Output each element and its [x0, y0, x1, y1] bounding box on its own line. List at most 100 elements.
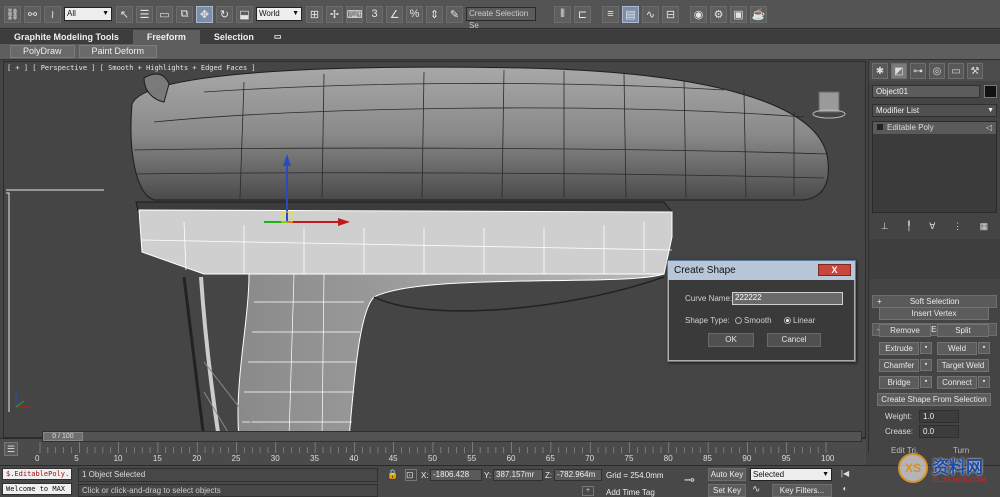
stack-item-editable-poly[interactable]: Editable Poly ◁	[873, 122, 996, 134]
utilities-tab-icon[interactable]: ⚒	[967, 63, 983, 79]
weld-settings-icon[interactable]: ▪	[978, 342, 990, 354]
pivot-center-icon[interactable]: ⊞	[306, 5, 323, 23]
keyboard-shortcut-icon[interactable]: ⌨	[346, 5, 363, 23]
ok-button[interactable]: OK	[708, 333, 754, 347]
show-end-result-icon[interactable]: ╿	[906, 221, 911, 232]
target-weld-button[interactable]: Target Weld	[937, 359, 989, 372]
modify-tab-icon[interactable]: ◩	[891, 63, 907, 79]
object-name-field[interactable]: Object01	[872, 85, 980, 98]
rect-selection-icon[interactable]: ▭	[156, 5, 173, 23]
x-coordinate-field[interactable]: -1806.428	[430, 469, 482, 481]
key-filters-button[interactable]: Key Filters...	[772, 484, 832, 497]
angle-snap-icon[interactable]: ∠	[386, 5, 403, 23]
graphite-toggle-icon[interactable]: ▤	[622, 5, 639, 23]
key-mode-dropdown[interactable]: Selected ▼	[750, 468, 832, 481]
unlink-icon[interactable]: ⚯	[24, 5, 41, 23]
time-slider[interactable]: 0 / 100	[42, 431, 862, 442]
rendered-frame-icon[interactable]: ▣	[730, 5, 747, 23]
chamfer-button[interactable]: Chamfer	[879, 359, 919, 372]
weight-spinner[interactable]: 1.0	[919, 410, 959, 423]
crease-spinner[interactable]: 0.0	[919, 425, 959, 438]
modifier-list-label: Modifier List	[876, 106, 920, 115]
object-color-swatch[interactable]	[984, 85, 997, 98]
zoom-extents-icon[interactable]: ◐	[838, 484, 852, 496]
curve-name-input[interactable]: 222222	[732, 292, 843, 305]
chevron-down-icon: ▼	[822, 471, 829, 478]
add-time-tag[interactable]: Add Time Tag	[606, 488, 655, 497]
render-setup-icon[interactable]: ⚙	[710, 5, 727, 23]
snap-3d-icon[interactable]: 3	[366, 5, 383, 23]
split-button[interactable]: Split	[937, 324, 989, 337]
tab-graphite-modeling-tools[interactable]: Graphite Modeling Tools	[0, 30, 133, 44]
display-tab-icon[interactable]: ▭	[948, 63, 964, 79]
connect-settings-icon[interactable]: ▪	[978, 376, 990, 388]
smooth-radio[interactable]: Smooth	[735, 316, 772, 325]
layer-manager-icon[interactable]: ≡	[602, 5, 619, 23]
y-coordinate-field[interactable]: 387.157mr	[493, 469, 543, 481]
time-slider-thumb[interactable]: 0 / 100	[43, 432, 83, 441]
curve-editor-icon[interactable]: ∿	[642, 5, 659, 23]
absolute-mode-icon[interactable]: ⊡	[405, 469, 417, 481]
z-coordinate-field[interactable]: -782.964m	[554, 469, 602, 481]
track-bar[interactable]: ☰ 0 5 10 15 20 25 30 35 40 45 50 55 60 65 70 75 80 85 90 95…	[0, 438, 866, 465]
mirror-icon[interactable]: ⫴	[554, 5, 571, 23]
scale-icon[interactable]: ⬓	[236, 5, 253, 23]
tab-freeform[interactable]: Freeform	[132, 30, 200, 44]
time-tag-icon[interactable]: +	[582, 486, 594, 496]
bridge-button[interactable]: Bridge	[879, 376, 919, 389]
perspective-viewport[interactable]: [ + ] [ Perspective ] [ Smooth + Highlig…	[3, 61, 866, 438]
viewport-label[interactable]: [ + ] [ Perspective ] [ Smooth + Highlig…	[7, 64, 256, 72]
window-crossing-icon[interactable]: ⧉	[176, 5, 193, 23]
render-icon[interactable]: ☕	[750, 5, 767, 23]
move-icon[interactable]: ✥	[196, 5, 213, 23]
auto-key-button[interactable]: Auto Key	[708, 468, 746, 481]
connect-button[interactable]: Connect	[937, 376, 977, 389]
ribbon-minimize-icon[interactable]: ▭	[268, 30, 288, 44]
lock-selection-icon[interactable]: 🔒	[387, 469, 399, 481]
polydraw-button[interactable]: PolyDraw	[10, 45, 75, 58]
percent-snap-icon[interactable]: %	[406, 5, 423, 23]
manipulate-icon[interactable]: ✢	[326, 5, 343, 23]
link-icon[interactable]: ⛓	[4, 5, 21, 23]
create-tab-icon[interactable]: ✱	[872, 63, 888, 79]
schematic-view-icon[interactable]: ⊟	[662, 5, 679, 23]
maxscript-listener-line-1[interactable]: $.EditablePoly.	[2, 468, 72, 480]
insert-vertex-button[interactable]: Insert Vertex	[879, 307, 989, 320]
bridge-settings-icon[interactable]: ▪	[920, 376, 932, 388]
create-shape-from-selection-button[interactable]: Create Shape From Selection	[877, 393, 991, 406]
set-key-button[interactable]: Set Key	[708, 484, 746, 497]
dialog-close-button[interactable]: X	[818, 264, 851, 276]
rotate-icon[interactable]: ↻	[216, 5, 233, 23]
selection-filter-dropdown[interactable]: All ▼	[64, 7, 112, 21]
named-selection-set-field[interactable]: Create Selection Se	[466, 7, 536, 30]
spinner-snap-icon[interactable]: ⇕	[426, 5, 443, 23]
key-icon[interactable]: ⊸	[684, 472, 695, 488]
maxscript-listener-line-2[interactable]: Welcome to MAX	[2, 483, 72, 495]
ref-coord-dropdown[interactable]: World ▼	[256, 7, 302, 21]
pin-stack-icon[interactable]: ⊥	[881, 221, 889, 232]
motion-tab-icon[interactable]: ◎	[929, 63, 945, 79]
ribbon-panel: PolyDraw Paint Deform	[0, 44, 1000, 60]
linear-radio[interactable]: Linear	[784, 316, 815, 325]
tab-selection[interactable]: Selection	[200, 30, 268, 44]
extrude-button[interactable]: Extrude	[879, 342, 919, 355]
extrude-settings-icon[interactable]: ▪	[920, 342, 932, 354]
edit-named-selection-icon[interactable]: ✎	[446, 5, 463, 23]
material-editor-icon[interactable]: ◉	[690, 5, 707, 23]
chamfer-settings-icon[interactable]: ▪	[920, 359, 932, 371]
paint-deform-button[interactable]: Paint Deform	[78, 45, 158, 58]
hierarchy-tab-icon[interactable]: ⊶	[910, 63, 926, 79]
make-unique-icon[interactable]: ∀	[929, 221, 935, 232]
cancel-button[interactable]: Cancel	[767, 333, 821, 347]
configure-sets-icon[interactable]: ▦	[980, 221, 989, 232]
select-by-name-icon[interactable]: ☰	[136, 5, 153, 23]
select-object-icon[interactable]: ↖	[116, 5, 133, 23]
goto-start-icon[interactable]: |◀	[838, 469, 852, 481]
key-curve-icon[interactable]: ∿	[752, 484, 766, 497]
remove-button[interactable]: Remove	[879, 324, 931, 337]
weld-button[interactable]: Weld	[937, 342, 977, 355]
align-icon[interactable]: ⊏	[574, 5, 591, 23]
bind-space-warp-icon[interactable]: ≀	[44, 5, 61, 23]
modifier-list-dropdown[interactable]: Modifier List ▼	[872, 104, 997, 117]
remove-modifier-icon[interactable]: ⋮	[953, 221, 962, 232]
